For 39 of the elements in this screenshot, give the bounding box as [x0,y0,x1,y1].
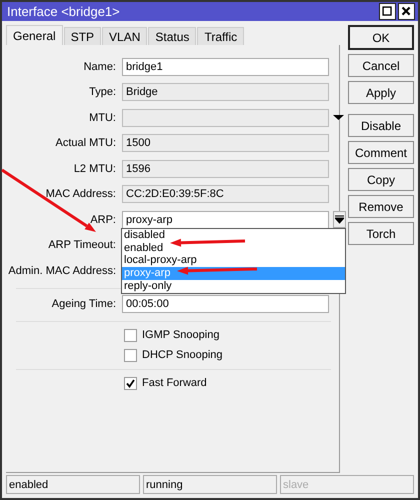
status-cell: slave [280,475,414,494]
dialog-button[interactable]: Torch [348,222,414,245]
tab[interactable]: Status [148,27,196,45]
field-label: Actual MTU: [54,137,117,150]
tab[interactable]: STP [64,27,102,45]
dialog-button[interactable]: Comment [348,141,414,164]
field-label: MAC Address: [44,188,117,200]
close-icon[interactable] [398,3,415,20]
window-title: Interface <bridge1> [7,4,120,19]
checkbox[interactable] [124,328,137,342]
dialog-button[interactable]: Disable [348,114,414,137]
dialog-button[interactable]: Cancel [348,54,414,77]
status-cell: running [143,475,277,494]
field-label: Ageing Time: [50,298,117,310]
field-label: L2 MTU: [72,162,117,175]
field-label: Admin. MAC Address: [7,264,117,277]
dialog-button[interactable]: OK [348,25,414,50]
checkbox[interactable] [124,348,137,362]
tab[interactable]: Traffic [197,27,244,45]
field-label: Name: [82,60,117,73]
dialog-button[interactable]: Copy [348,168,414,191]
field-label: MTU: [88,112,117,124]
dialog-button[interactable]: Remove [348,195,414,218]
checkbox-label: DHCP Snooping [142,349,223,361]
select-field[interactable]: proxy-arp [122,210,329,229]
status-cell: enabled [6,475,140,494]
maximize-icon[interactable] [379,3,396,20]
dropdown-button[interactable] [333,210,346,228]
input-field[interactable]: bridge1 [122,58,329,76]
field-label: ARP Timeout: [47,239,117,252]
checkbox-label: Fast Forward [142,377,207,389]
tab[interactable]: General [6,25,63,45]
input-field[interactable]: 00:05:00 [122,295,329,314]
checkbox[interactable] [124,376,137,390]
field-label: ARP: [89,214,117,226]
dialog-button[interactable]: Apply [348,81,414,104]
tab[interactable]: VLAN [102,27,148,45]
checkbox-label: IGMP Snooping [142,329,220,341]
field-label: Type: [88,86,117,98]
